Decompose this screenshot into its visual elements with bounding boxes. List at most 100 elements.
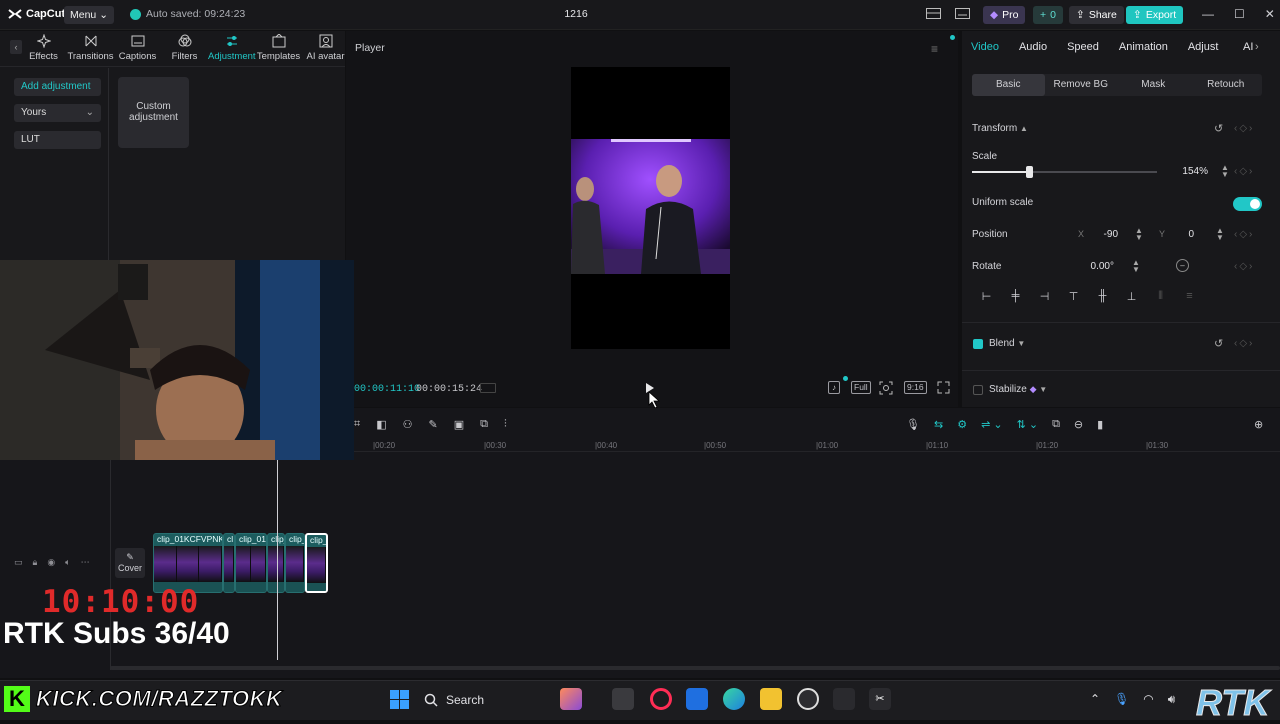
rotate-dial-icon[interactable]: – bbox=[1176, 259, 1189, 272]
tabs-scroll-right-button[interactable]: › bbox=[1255, 41, 1267, 55]
preview-axis-icon[interactable]: ⇅ ⌄ bbox=[1017, 418, 1039, 431]
file-explorer-icon[interactable] bbox=[760, 688, 782, 710]
align-top-icon[interactable]: ⊤ bbox=[1059, 290, 1088, 306]
tiktok-icon[interactable]: ♪ bbox=[828, 381, 840, 394]
capcut-taskbar-icon[interactable]: ✂ bbox=[869, 688, 891, 710]
align-center-v-icon[interactable]: ╫ bbox=[1088, 290, 1117, 306]
blend-section[interactable]: Blend ▼ bbox=[989, 338, 1025, 349]
tab-video[interactable]: Video bbox=[971, 41, 999, 53]
video-frame[interactable] bbox=[571, 139, 730, 274]
taskbar-search[interactable]: Search bbox=[424, 689, 534, 711]
file-app-icon[interactable] bbox=[612, 688, 634, 710]
start-button[interactable] bbox=[390, 690, 409, 709]
keyframe-icon[interactable]: ‹◇› bbox=[1234, 166, 1254, 177]
close-icon[interactable]: ✕ bbox=[1265, 7, 1275, 21]
stabilize-section[interactable]: Stabilize ◆ ▼ bbox=[989, 384, 1047, 395]
split-icon[interactable]: ⌗ bbox=[354, 418, 360, 431]
scale-slider-handle[interactable] bbox=[1026, 166, 1034, 178]
wifi-icon[interactable]: ◠ bbox=[1143, 692, 1153, 707]
position-y-stepper-icon[interactable]: ▲ ▼ bbox=[1216, 227, 1224, 242]
tab-ai-avatar[interactable]: AI avatar bbox=[302, 34, 349, 62]
hd-icon[interactable]: ▣ bbox=[454, 418, 464, 431]
sub-tab-retouch[interactable]: Retouch bbox=[1190, 74, 1263, 96]
microphone-icon[interactable]: 🎙︎ bbox=[1114, 692, 1129, 707]
magic-wand-icon[interactable]: ✎ bbox=[428, 418, 437, 431]
tab-speed[interactable]: Speed bbox=[1067, 41, 1099, 53]
position-y-input[interactable]: 0 bbox=[1180, 229, 1194, 240]
align-center-h-icon[interactable]: ╪ bbox=[1001, 290, 1030, 306]
tab-templates[interactable]: Templates bbox=[255, 34, 302, 62]
zoom-slider-handle[interactable]: ▮ bbox=[1097, 418, 1103, 431]
reset-icon[interactable]: ↺ bbox=[1214, 337, 1223, 350]
expand-icon[interactable] bbox=[937, 381, 950, 394]
sub-tab-remove-bg[interactable]: Remove BG bbox=[1045, 74, 1118, 96]
tab-ai[interactable]: AI bbox=[1243, 41, 1253, 53]
zoom-out-icon[interactable]: ⊖ bbox=[1074, 418, 1083, 431]
align-bottom-icon[interactable]: ⊥ bbox=[1117, 290, 1146, 306]
fullscreen-quality-button[interactable]: Full bbox=[851, 381, 871, 394]
rotate-input[interactable]: 0.00° bbox=[1080, 261, 1114, 272]
stabilize-checkbox[interactable] bbox=[973, 385, 983, 395]
volume-icon[interactable]: 🔊︎ bbox=[1168, 692, 1176, 707]
zoom-in-icon[interactable]: ⊕ bbox=[1254, 418, 1263, 431]
more-icon[interactable]: ⋯ bbox=[81, 557, 90, 568]
pip-icon[interactable]: ⧉ bbox=[1052, 418, 1060, 431]
timeline-scrollbar[interactable] bbox=[110, 666, 1280, 670]
minimize-icon[interactable]: — bbox=[1202, 7, 1214, 21]
distribute-v-icon[interactable]: ≡ bbox=[1175, 290, 1204, 306]
position-x-input[interactable]: -90 bbox=[1094, 229, 1118, 240]
keyframe-icon[interactable]: ‹◇› bbox=[1234, 261, 1254, 272]
opera-icon[interactable] bbox=[650, 688, 672, 710]
eye-icon[interactable]: ◉ bbox=[47, 557, 55, 568]
menu-icon[interactable]: ≡ bbox=[931, 42, 938, 56]
widgets-app-icon[interactable] bbox=[560, 688, 582, 710]
sub-tab-mask[interactable]: Mask bbox=[1117, 74, 1190, 96]
cover-button[interactable]: ✎ Cover bbox=[115, 548, 145, 578]
edge-icon[interactable] bbox=[723, 688, 745, 710]
auto-snap-icon[interactable]: ⚙︎ bbox=[957, 418, 967, 431]
obs-icon[interactable] bbox=[797, 688, 819, 710]
linkage-icon[interactable]: ⇌ ⌄ bbox=[981, 418, 1003, 431]
layout-icon[interactable] bbox=[926, 8, 941, 19]
align-left-icon[interactable]: ⊢ bbox=[972, 290, 1001, 306]
ai-cutout-icon[interactable]: ⚇ bbox=[403, 418, 413, 431]
aspect-ratio-button[interactable]: 9:16 bbox=[904, 381, 927, 394]
microphone-icon[interactable]: 🎙︎ bbox=[906, 418, 920, 431]
zoom-fit-icon[interactable] bbox=[879, 381, 893, 395]
chevron-up-icon[interactable]: ⌃ bbox=[1090, 692, 1100, 707]
lock-icon[interactable]: 🔒︎ bbox=[33, 557, 38, 568]
playhead[interactable] bbox=[277, 460, 278, 660]
sidebar-item-yours[interactable]: Yours ⌄ bbox=[14, 104, 101, 122]
audio-beat-icon[interactable]: ⫶ bbox=[504, 418, 507, 431]
sidebar-item-add-adjustment[interactable]: Add adjustment bbox=[14, 78, 101, 96]
tab-transitions[interactable]: Transitions bbox=[67, 34, 114, 62]
volume-icon[interactable]: 🔈︎ bbox=[65, 557, 70, 568]
keyboard-icon[interactable] bbox=[955, 8, 970, 19]
distribute-h-icon[interactable]: ⫴ bbox=[1146, 290, 1175, 306]
sidebar-item-lut[interactable]: LUT bbox=[14, 131, 101, 149]
tab-animation[interactable]: Animation bbox=[1119, 41, 1168, 53]
timeline-clip[interactable]: clip_ bbox=[267, 533, 285, 593]
audio-app-icon[interactable] bbox=[833, 688, 855, 710]
tab-captions[interactable]: Captions bbox=[114, 34, 161, 62]
tab-audio[interactable]: Audio bbox=[1019, 41, 1047, 53]
position-x-stepper-icon[interactable]: ▲ ▼ bbox=[1135, 227, 1143, 242]
tab-filters[interactable]: Filters bbox=[161, 34, 208, 62]
timeline-ruler[interactable]: |00:20 |00:30 |00:40 |00:50 |01:00 |01:10 |01:… bbox=[354, 438, 1280, 452]
timeline-clip[interactable]: cl bbox=[223, 533, 235, 593]
transform-section[interactable]: Transform ▲ bbox=[972, 123, 1028, 134]
store-icon[interactable] bbox=[686, 688, 708, 710]
credits-button[interactable]: +0 bbox=[1033, 6, 1063, 24]
timeline-clip-selected[interactable]: clip_ bbox=[305, 533, 328, 593]
tab-effects[interactable]: Effects bbox=[20, 34, 67, 62]
project-title[interactable]: 1216 bbox=[560, 8, 592, 20]
keyframe-icon[interactable]: ‹◇› bbox=[1234, 123, 1254, 134]
blend-checkbox[interactable] bbox=[973, 339, 983, 349]
rotate-stepper-icon[interactable]: ▲ ▼ bbox=[1132, 259, 1140, 274]
scale-value[interactable]: 154% bbox=[1170, 166, 1208, 177]
sub-tab-basic[interactable]: Basic bbox=[972, 74, 1045, 96]
uniform-scale-toggle[interactable] bbox=[1233, 197, 1262, 211]
freeze-icon[interactable]: ◧ bbox=[376, 418, 386, 431]
main-track-magnet-icon[interactable]: ⇆ bbox=[934, 418, 943, 431]
timeline-clip[interactable]: clip_01 bbox=[235, 533, 267, 593]
